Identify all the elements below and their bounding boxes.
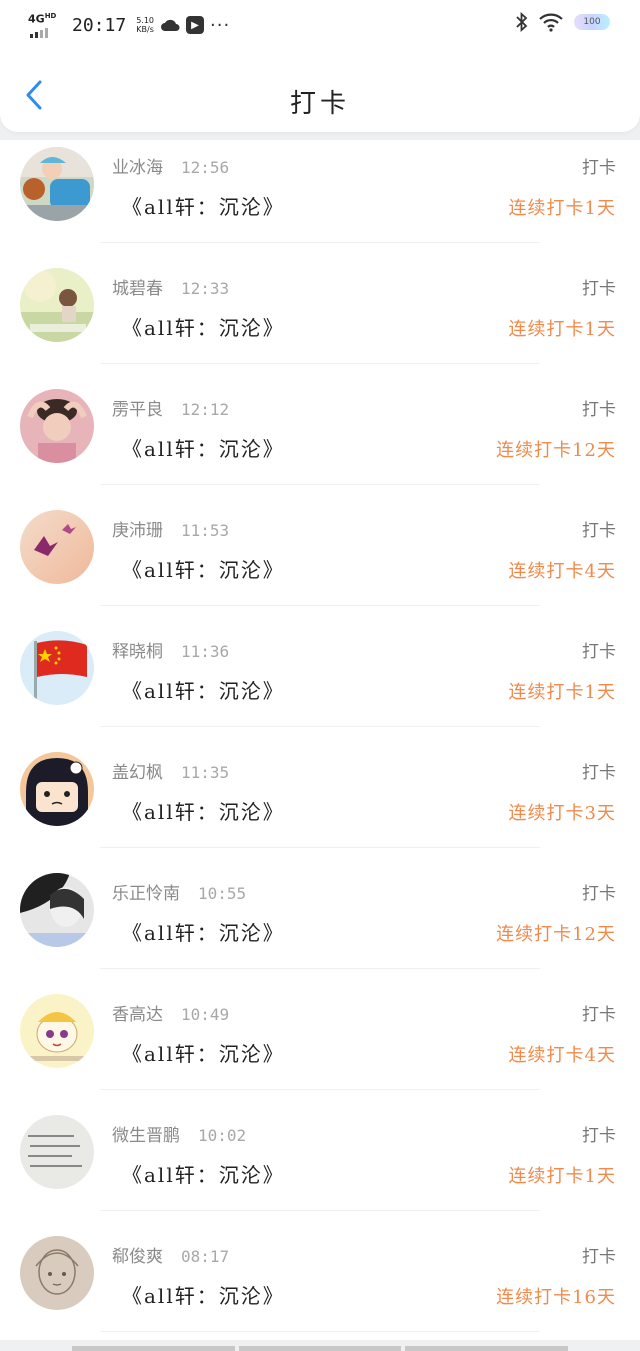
- checkin-time: 10:49: [181, 1005, 230, 1024]
- avatar[interactable]: [20, 752, 94, 826]
- user-name: 香高达 10:49: [112, 1005, 230, 1025]
- list-item[interactable]: 郗俊爽 08:17 打卡 《all轩：沉沦》 连续打卡16天: [0, 1229, 640, 1350]
- divider: [100, 1331, 540, 1332]
- list-item[interactable]: 释晓桐 11:36 打卡 《all轩：沉沦》 连续打卡1天: [0, 624, 640, 745]
- list-item[interactable]: 城碧春 12:33 打卡 《all轩：沉沦》 连续打卡1天: [0, 261, 640, 382]
- list-item[interactable]: 庚沛珊 11:53 打卡 《all轩：沉沦》 连续打卡4天: [0, 503, 640, 624]
- checkin-message: 《all轩：沉沦》: [122, 1284, 285, 1308]
- user-name: 郗俊爽 08:17: [112, 1247, 230, 1267]
- divider: [100, 1210, 540, 1211]
- checkin-message: 《all轩：沉沦》: [122, 1163, 285, 1187]
- avatar[interactable]: [20, 873, 94, 947]
- avatar[interactable]: [20, 631, 94, 705]
- avatar[interactable]: [20, 389, 94, 463]
- header-bar: 打卡: [0, 50, 640, 132]
- checkin-time: 11:53: [181, 521, 230, 540]
- checkin-message: 《all轩：沉沦》: [122, 921, 285, 945]
- divider: [100, 484, 540, 485]
- video-app-icon: ▶: [186, 16, 204, 34]
- streak-count: 连续打卡4天: [508, 561, 616, 582]
- checkin-label: 打卡: [582, 1126, 616, 1146]
- avatar[interactable]: [20, 994, 94, 1068]
- divider: [100, 968, 540, 969]
- status-bar: 4GHD 20:17 5.10 KB/s ▶ ··· 100: [0, 0, 640, 50]
- streak-count: 连续打卡12天: [496, 924, 616, 945]
- avatar[interactable]: [20, 510, 94, 584]
- streak-count: 连续打卡3天: [508, 803, 616, 824]
- streak-count: 连续打卡1天: [508, 1166, 616, 1187]
- checkin-message: 《all轩：沉沦》: [122, 679, 285, 703]
- list-item[interactable]: 盖幻枫 11:35 打卡 《all轩：沉沦》 连续打卡3天: [0, 745, 640, 866]
- avatar[interactable]: [20, 1236, 94, 1310]
- checkin-time: 08:17: [181, 1247, 230, 1266]
- checkin-label: 打卡: [582, 642, 616, 662]
- checkin-message: 《all轩：沉沦》: [122, 1042, 285, 1066]
- speed-value: 5.10: [136, 16, 154, 25]
- streak-count: 连续打卡1天: [508, 682, 616, 703]
- bottom-indicator: [72, 1346, 569, 1351]
- wifi-icon: [539, 13, 563, 32]
- checkin-message: 《all轩：沉沦》: [122, 195, 285, 219]
- user-name: 雳平良 12:12: [112, 400, 230, 420]
- cloud-icon: [161, 19, 180, 31]
- checkin-time: 10:02: [198, 1126, 247, 1145]
- speed-unit: KB/s: [136, 25, 154, 34]
- streak-count: 连续打卡4天: [508, 1045, 616, 1066]
- divider: [100, 847, 540, 848]
- battery-level: 100: [583, 17, 601, 27]
- avatar[interactable]: [20, 268, 94, 342]
- user-name: 乐正怜南 10:55: [112, 884, 247, 904]
- streak-count: 连续打卡1天: [508, 198, 616, 219]
- bluetooth-icon: [516, 12, 528, 32]
- user-name: 盖幻枫 11:35: [112, 763, 230, 783]
- streak-count: 连续打卡12天: [496, 440, 616, 461]
- avatar[interactable]: [20, 147, 94, 221]
- list-item[interactable]: 微生晋鹏 10:02 打卡 《all轩：沉沦》 连续打卡1天: [0, 1108, 640, 1229]
- divider: [100, 1089, 540, 1090]
- checkin-label: 打卡: [582, 763, 616, 783]
- checkin-label: 打卡: [582, 521, 616, 541]
- checkin-label: 打卡: [582, 279, 616, 299]
- user-name: 业冰海 12:56: [112, 158, 230, 178]
- list-item[interactable]: 香高达 10:49 打卡 《all轩：沉沦》 连续打卡4天: [0, 987, 640, 1108]
- network-type: 4G: [28, 12, 45, 26]
- checkin-time: 12:33: [181, 279, 230, 298]
- streak-count: 连续打卡16天: [496, 1287, 616, 1308]
- streak-count: 连续打卡1天: [508, 319, 616, 340]
- checkin-time: 11:36: [181, 642, 230, 661]
- more-notifications-icon: ···: [210, 14, 231, 36]
- list-item[interactable]: 业冰海 12:56 打卡 《all轩：沉沦》 连续打卡1天: [0, 140, 640, 261]
- checkin-message: 《all轩：沉沦》: [122, 316, 285, 340]
- checkin-time: 12:12: [181, 400, 230, 419]
- user-name: 庚沛珊 11:53: [112, 521, 230, 541]
- user-name: 释晓桐 11:36: [112, 642, 230, 662]
- checkin-label: 打卡: [582, 158, 616, 178]
- network-speed: 5.10 KB/s: [136, 16, 154, 34]
- checkin-message: 《all轩：沉沦》: [122, 558, 285, 582]
- checkin-label: 打卡: [582, 884, 616, 904]
- network-hd: HD: [44, 12, 57, 20]
- checkin-label: 打卡: [582, 1247, 616, 1267]
- page-title: 打卡: [289, 89, 350, 119]
- status-time: 20:17: [72, 14, 127, 36]
- checkin-time: 12:56: [181, 158, 230, 177]
- checkin-time: 10:55: [198, 884, 247, 903]
- divider: [100, 605, 540, 606]
- list-item[interactable]: 乐正怜南 10:55 打卡 《all轩：沉沦》 连续打卡12天: [0, 866, 640, 987]
- divider: [100, 726, 540, 727]
- checkin-message: 《all轩：沉沦》: [122, 437, 285, 461]
- user-name: 城碧春 12:33: [112, 279, 230, 299]
- signal-icon: 4GHD: [28, 12, 60, 38]
- checkin-time: 11:35: [181, 763, 230, 782]
- user-name: 微生晋鹏 10:02: [112, 1126, 247, 1146]
- list-item[interactable]: 雳平良 12:12 打卡 《all轩：沉沦》 连续打卡12天: [0, 382, 640, 503]
- battery-icon: 100: [574, 14, 610, 30]
- avatar[interactable]: [20, 1115, 94, 1189]
- checkin-list[interactable]: 业冰海 12:56 打卡 《all轩：沉沦》 连续打卡1天 城碧春 12:33 打卡…: [0, 140, 640, 1340]
- checkin-label: 打卡: [582, 400, 616, 420]
- divider: [100, 242, 540, 243]
- checkin-label: 打卡: [582, 1005, 616, 1025]
- divider: [100, 363, 540, 364]
- checkin-message: 《all轩：沉沦》: [122, 800, 285, 824]
